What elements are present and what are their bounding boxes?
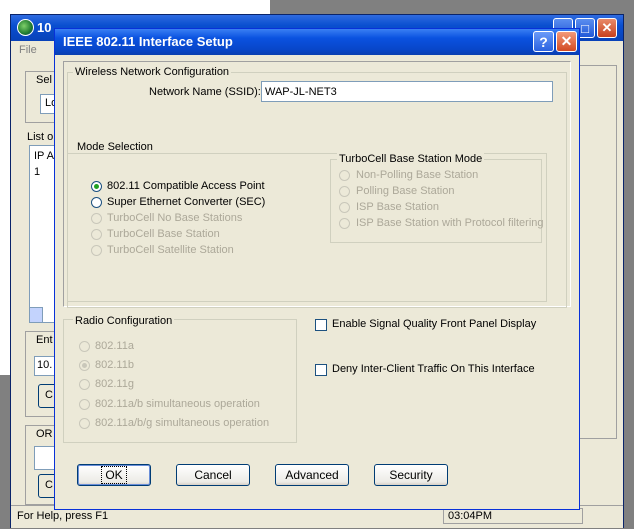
radio-80211g-label: 802.11g <box>95 378 134 390</box>
mode-turbocell-nobase-label: TurboCell No Base Stations <box>107 212 243 224</box>
mode-turbocell-base-radio[interactable] <box>91 229 102 240</box>
mode-sec-label[interactable]: Super Ethernet Converter (SEC) <box>107 196 265 208</box>
radio-config-label: Radio Configuration <box>73 315 175 327</box>
dialog-titlebar: IEEE 802.11 Interface Setup ? ✕ <box>55 29 579 55</box>
mode-selection-label: Mode Selection <box>75 141 155 153</box>
globe-icon <box>17 19 34 36</box>
help-button[interactable]: ? <box>533 31 554 52</box>
turbocell-isp-label: ISP Base Station <box>356 201 439 213</box>
help-icon: ? <box>539 33 548 50</box>
background-app-title: 10 <box>37 20 52 35</box>
signal-quality-checkbox[interactable] <box>315 319 327 331</box>
list-label-fragment: List o <box>27 131 54 143</box>
dialog-close-button[interactable]: ✕ <box>556 31 577 52</box>
dialog-title: IEEE 802.11 Interface Setup <box>63 34 233 49</box>
close-icon: ✕ <box>560 33 573 49</box>
list-column-header: IP A <box>34 150 54 162</box>
turbocell-polling-radio[interactable] <box>339 186 350 197</box>
turbocell-isp-filter-radio[interactable] <box>339 218 350 229</box>
radio-ab-simultaneous-label: 802.11a/b simultaneous operation <box>95 398 260 410</box>
ssid-label: Network Name (SSID): <box>149 86 261 98</box>
mode-turbocell-base-label: TurboCell Base Station <box>107 228 220 240</box>
select-label-fragment: Sel <box>36 74 52 86</box>
background-close-button[interactable]: ✕ <box>597 18 617 38</box>
turbocell-nonpolling-radio[interactable] <box>339 170 350 181</box>
mode-turbocell-satellite-radio[interactable] <box>91 245 102 256</box>
mode-sec-radio[interactable] <box>91 197 102 208</box>
radio-ab-simultaneous-radio[interactable] <box>79 399 90 410</box>
radio-80211b-radio[interactable] <box>79 360 90 371</box>
wireless-config-label: Wireless Network Configuration <box>73 66 232 78</box>
ok-button[interactable]: OK <box>77 464 151 486</box>
mode-turbocell-nobase-radio[interactable] <box>91 213 102 224</box>
deny-traffic-label[interactable]: Deny Inter-Client Traffic On This Interf… <box>332 363 535 375</box>
mode-access-point-label[interactable]: 802.11 Compatible Access Point <box>107 180 265 192</box>
scroll-left-arrow[interactable] <box>29 307 43 323</box>
radio-80211b-label: 802.11b <box>95 359 134 371</box>
list-row[interactable]: 1 <box>34 166 40 178</box>
radio-80211g-radio[interactable] <box>79 379 90 390</box>
turbocell-mode-label: TurboCell Base Station Mode <box>337 153 485 165</box>
menu-file[interactable]: File <box>19 44 37 56</box>
deny-traffic-checkbox[interactable] <box>315 364 327 376</box>
interface-setup-dialog: IEEE 802.11 Interface Setup ? ✕ Wireless… <box>54 28 580 510</box>
signal-quality-label[interactable]: Enable Signal Quality Front Panel Displa… <box>332 318 536 330</box>
turbocell-nonpolling-label: Non-Polling Base Station <box>356 169 479 181</box>
ssid-input[interactable] <box>261 81 553 102</box>
cancel-button[interactable]: Cancel <box>176 464 250 486</box>
security-button[interactable]: Security <box>374 464 448 486</box>
mode-access-point-radio[interactable] <box>91 181 102 192</box>
background-right-panel <box>579 65 617 439</box>
radio-80211a-radio[interactable] <box>79 341 90 352</box>
radio-abg-simultaneous-radio[interactable] <box>79 418 90 429</box>
turbocell-isp-radio[interactable] <box>339 202 350 213</box>
radio-80211a-label: 802.11a <box>95 340 134 352</box>
turbocell-polling-label: Polling Base Station <box>356 185 455 197</box>
status-time: 03:04PM <box>443 508 583 524</box>
status-text: For Help, press F1 <box>17 510 109 522</box>
mode-turbocell-satellite-label: TurboCell Satellite Station <box>107 244 234 256</box>
turbocell-isp-filter-label: ISP Base Station with Protocol filtering <box>356 217 544 229</box>
advanced-button[interactable]: Advanced <box>275 464 349 486</box>
radio-abg-simultaneous-label: 802.11a/b/g simultaneous operation <box>95 417 270 429</box>
